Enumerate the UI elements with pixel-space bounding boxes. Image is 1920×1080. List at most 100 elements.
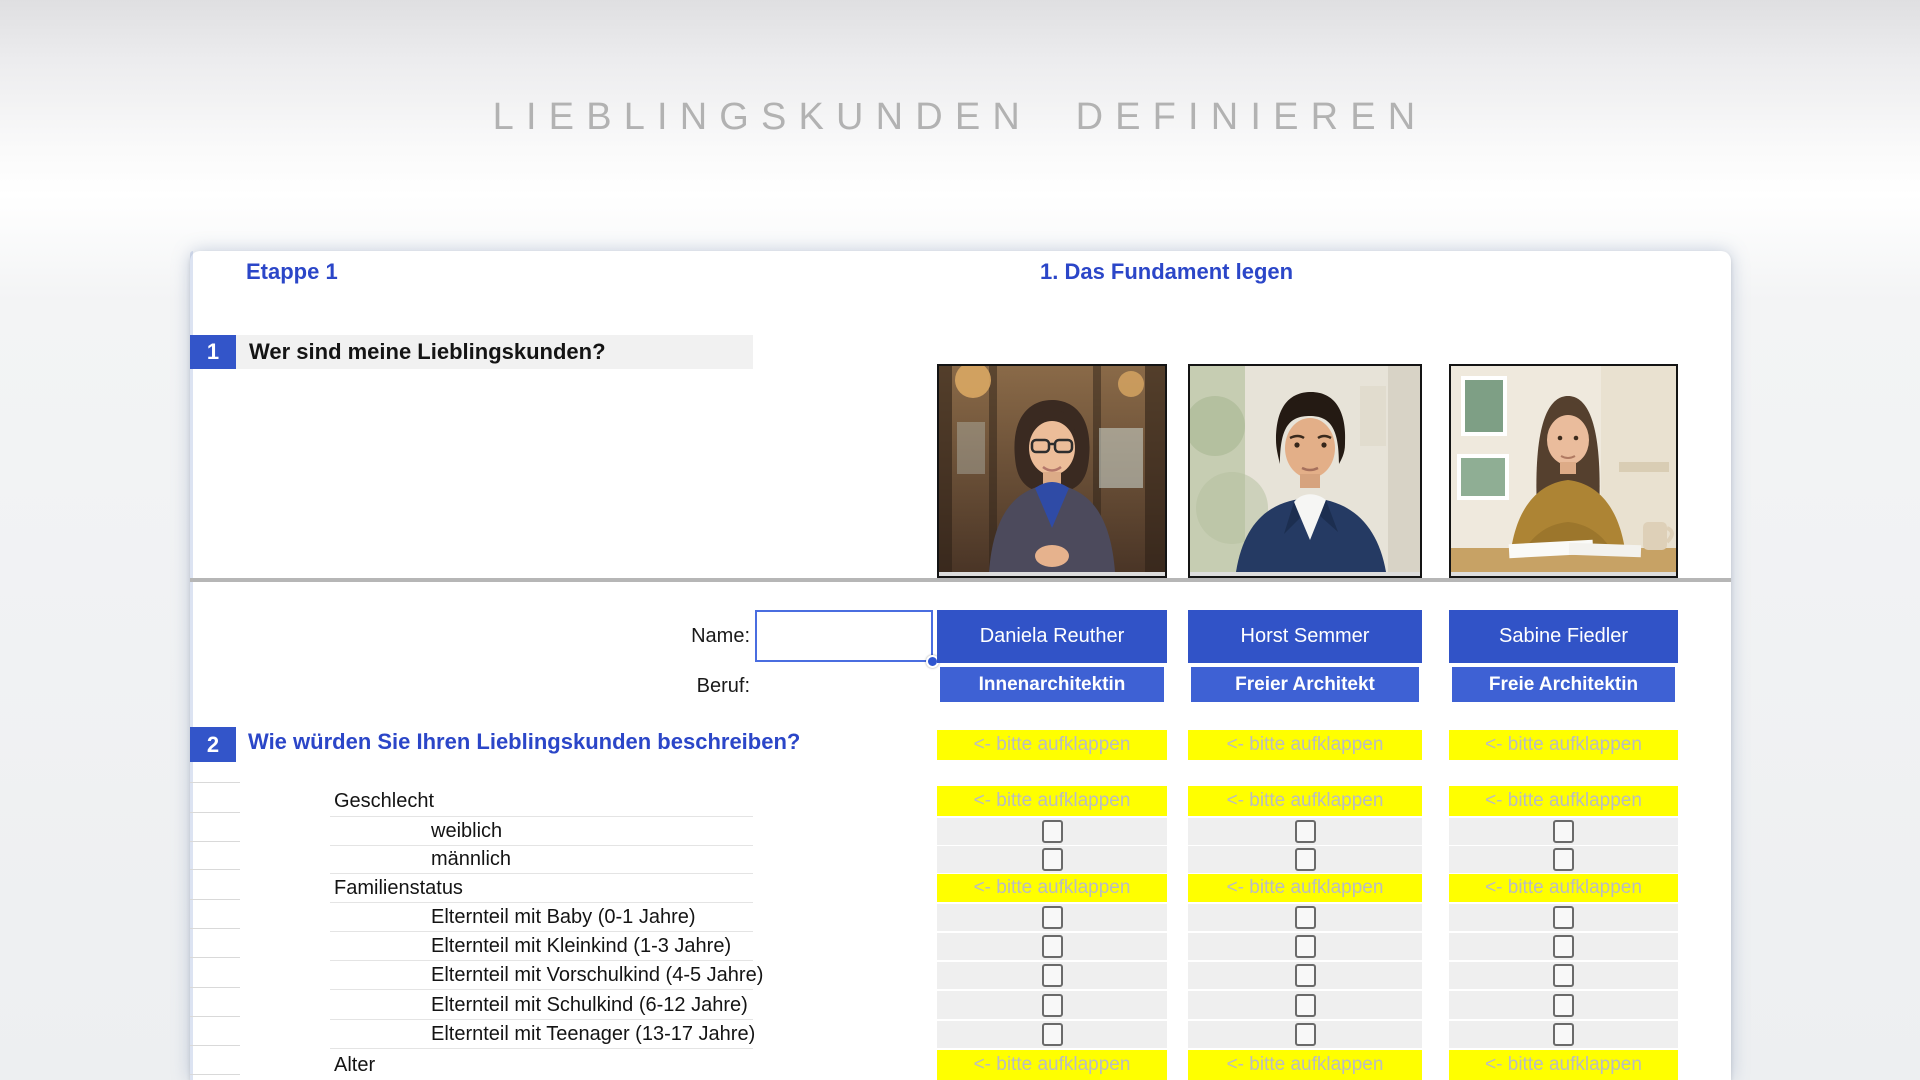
option-strip [937,846,1167,873]
checkbox[interactable] [1553,820,1574,843]
checkbox[interactable] [1553,1023,1574,1046]
checkbox[interactable] [1295,935,1316,958]
question-2-text: Wie würden Sie Ihren Lieblingskunden bes… [248,729,800,755]
grid-cell-line [190,841,240,842]
option-strip [1449,1021,1678,1048]
option-strip [1188,1021,1422,1048]
checkbox[interactable] [1553,848,1574,871]
row-divider [330,960,753,961]
question-1-text: Wer sind meine Lieblingskunden? [236,335,753,369]
grid-cell-line [190,1074,240,1075]
expander-button[interactable]: <- bitte aufklappen [937,730,1167,760]
checkbox[interactable] [1295,964,1316,987]
option-strip [1188,904,1422,931]
worksheet-card: Etappe 1 1. Das Fundament legen 1 Wer si… [190,251,1731,1080]
checkbox[interactable] [1042,848,1063,871]
grid-cell-line [190,957,240,958]
grid-cell-line [190,987,240,988]
checkbox[interactable] [1553,994,1574,1017]
option-strip [937,818,1167,845]
stage-label: Etappe 1 [246,259,338,285]
option-strip [1449,962,1678,989]
checkbox[interactable] [1042,906,1063,929]
checkbox[interactable] [1295,994,1316,1017]
criteria-option-label: Elternteil mit Kleinkind (1-3 Jahre) [431,933,731,960]
name-input[interactable] [755,610,933,662]
checkbox[interactable] [1295,906,1316,929]
option-strip [1449,818,1678,845]
option-strip [1449,991,1678,1019]
row-divider [330,989,753,990]
option-strip [1188,933,1422,960]
checkbox[interactable] [1553,935,1574,958]
expander-button[interactable]: <- bitte aufklappen [1449,730,1678,760]
expander-button[interactable]: <- bitte aufklappen [937,874,1167,902]
persona-name-cell[interactable]: Sabine Fiedler [1449,610,1678,663]
checkbox[interactable] [1295,1023,1316,1046]
checkbox[interactable] [1553,964,1574,987]
expander-button[interactable]: <- bitte aufklappen [1449,1050,1678,1080]
checkbox[interactable] [1295,848,1316,871]
expander-button[interactable]: <- bitte aufklappen [937,786,1167,816]
option-strip [1188,962,1422,989]
grid-cell-line [190,1016,240,1017]
grid-cell-line [190,928,240,929]
checkbox[interactable] [1042,1023,1063,1046]
persona-beruf-cell[interactable]: Innenarchitektin [940,667,1164,702]
criteria-option-label: Elternteil mit Schulkind (6-12 Jahre) [431,991,748,1019]
woman-glasses-cafe-portrait [937,364,1167,578]
section-divider [190,578,1731,582]
checkbox[interactable] [1553,906,1574,929]
persona-beruf-cell[interactable]: Freier Architekt [1191,667,1419,702]
row-divider [330,902,753,903]
checkbox[interactable] [1295,820,1316,843]
option-strip [937,962,1167,989]
question-1-badge: 1 [190,335,236,369]
row-divider [330,816,753,817]
persona-name-cell[interactable]: Daniela Reuther [937,610,1167,663]
criteria-option-label: weiblich [431,818,502,845]
checkbox[interactable] [1042,935,1063,958]
checkbox[interactable] [1042,994,1063,1017]
expander-button[interactable]: <- bitte aufklappen [1449,786,1678,816]
expander-button[interactable]: <- bitte aufklappen [1188,874,1422,902]
option-strip [1449,933,1678,960]
name-field-label: Name: [630,625,750,648]
criteria-option-label: Elternteil mit Baby (0-1 Jahre) [431,904,696,931]
expander-button[interactable]: <- bitte aufklappen [1449,874,1678,902]
option-strip [937,1021,1167,1048]
row-divider [330,1048,753,1049]
question-2-badge: 2 [190,727,236,762]
option-strip [1188,818,1422,845]
criteria-option-label: männlich [431,846,511,873]
grid-cell-line [190,782,240,783]
section-title: 1. Das Fundament legen [1040,259,1293,285]
expander-button[interactable]: <- bitte aufklappen [1188,730,1422,760]
grid-cell-line [190,1045,240,1046]
criteria-option-label: Elternteil mit Teenager (13-17 Jahre) [431,1021,755,1048]
expander-button[interactable]: <- bitte aufklappen [1188,1050,1422,1080]
row-divider [330,931,753,932]
persona-beruf-cell[interactable]: Freie Architektin [1452,667,1675,702]
beruf-field-label: Beruf: [630,675,750,698]
man-navy-suit-portrait [1188,364,1422,578]
criteria-group-label: Alter [334,1050,375,1080]
option-strip [1188,846,1422,873]
expander-button[interactable]: <- bitte aufklappen [1188,786,1422,816]
expander-button[interactable]: <- bitte aufklappen [937,1050,1167,1080]
option-strip [1449,904,1678,931]
page-title: LIEBLINGSKUNDEN DEFINIEREN [0,96,1920,139]
row-divider [330,1019,753,1020]
checkbox[interactable] [1042,964,1063,987]
screen: LIEBLINGSKUNDEN DEFINIEREN Etappe 1 1. D… [0,0,1920,1080]
grid-cell-line [190,899,240,900]
checkbox[interactable] [1042,820,1063,843]
option-strip [937,933,1167,960]
option-strip [1188,991,1422,1019]
grid-cell-line [190,812,240,813]
criteria-option-label: Elternteil mit Vorschulkind (4-5 Jahre) [431,962,763,989]
criteria-group-label: Familienstatus [334,874,463,902]
persona-name-cell[interactable]: Horst Semmer [1188,610,1422,663]
option-strip [1449,846,1678,873]
woman-mustard-blouse-desk-portrait [1449,364,1678,578]
